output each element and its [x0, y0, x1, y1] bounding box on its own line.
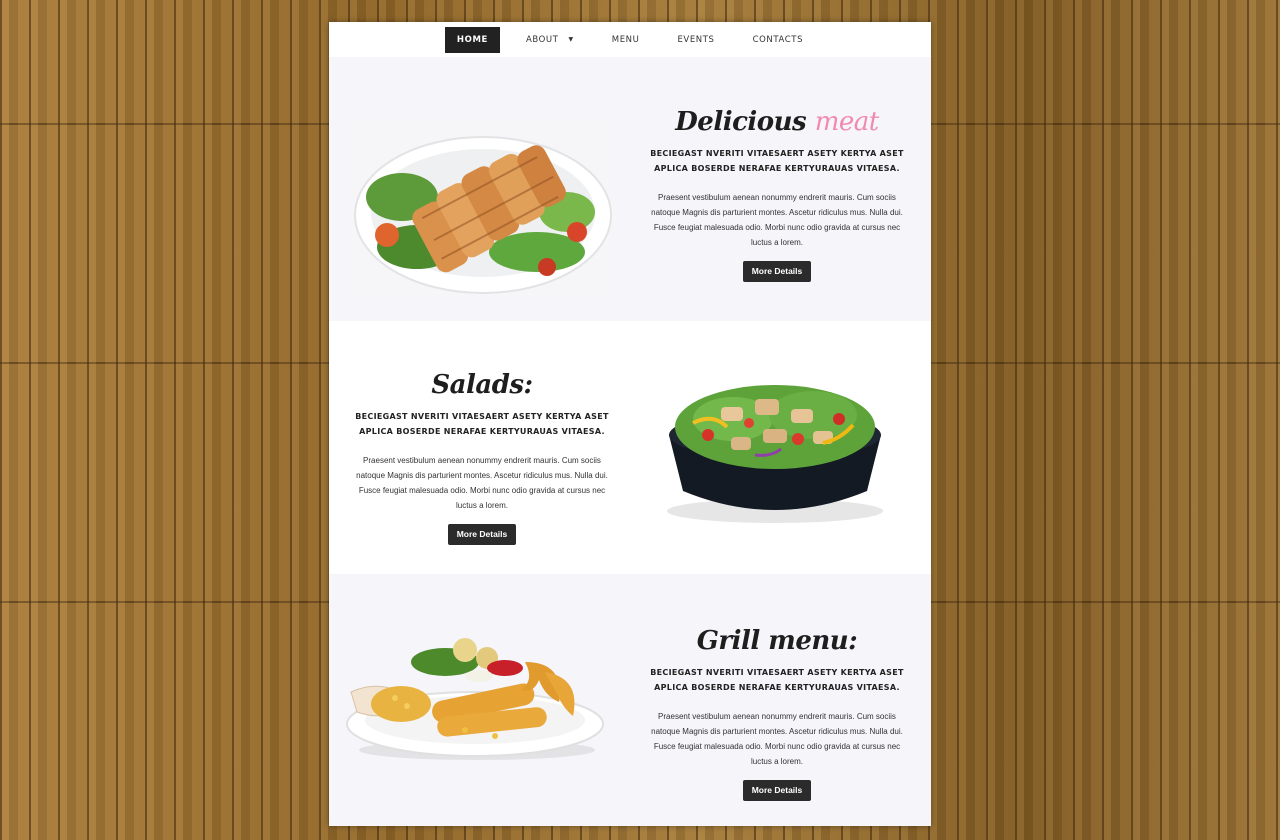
- grill-text-block: Grill menu: BECIEGAST NVERITI VITAESAERT…: [642, 626, 912, 801]
- section-salads: Salads: BECIEGAST NVERITI VITAESAERT ASE…: [329, 321, 931, 574]
- section-grill: Grill menu: BECIEGAST NVERITI VITAESAERT…: [329, 574, 931, 826]
- nav-about[interactable]: ABOUT ▼: [514, 27, 586, 53]
- top-nav: HOME ABOUT ▼ MENU EVENTS CONTACTS: [329, 22, 931, 57]
- nav-contacts[interactable]: CONTACTS: [741, 27, 816, 53]
- nav-menu[interactable]: MENU: [600, 27, 652, 53]
- meat-text-block: Delicious meat BECIEGAST NVERITI VITAESA…: [642, 107, 912, 282]
- section-title: Grill menu:: [696, 626, 858, 656]
- nav-home[interactable]: HOME: [444, 26, 500, 53]
- section-title: Salads:: [431, 370, 533, 400]
- section-meat: Delicious meat BECIEGAST NVERITI VITAESA…: [329, 57, 931, 321]
- page-container: HOME ABOUT ▼ MENU EVENTS CONTACTS Delici…: [329, 22, 931, 826]
- fried-shrimp-image: [345, 632, 607, 762]
- section-subhead: BECIEGAST NVERITI VITAESAERT ASETY KERTY…: [355, 412, 609, 436]
- more-details-button[interactable]: More Details: [742, 261, 812, 282]
- section-body: Praesent vestibulum aenean nonummy endre…: [356, 456, 608, 510]
- section-body: Praesent vestibulum aenean nonummy endre…: [651, 193, 903, 247]
- section-title: Delicious meat: [675, 107, 880, 137]
- caret-down-icon: ▼: [568, 35, 574, 43]
- nav-events[interactable]: EVENTS: [665, 27, 726, 53]
- salads-text-block: Salads: BECIEGAST NVERITI VITAESAERT ASE…: [347, 370, 617, 545]
- salad-bowl-image: [663, 379, 887, 529]
- more-details-button[interactable]: More Details: [742, 780, 812, 801]
- title-accent: meat: [814, 107, 880, 137]
- section-subhead: BECIEGAST NVERITI VITAESAERT ASETY KERTY…: [650, 149, 904, 173]
- section-subhead: BECIEGAST NVERITI VITAESAERT ASETY KERTY…: [650, 668, 904, 692]
- more-details-button[interactable]: More Details: [447, 524, 517, 545]
- section-body: Praesent vestibulum aenean nonummy endre…: [651, 712, 903, 766]
- grilled-chicken-image: [347, 117, 619, 299]
- nav-about-label: ABOUT: [525, 34, 559, 45]
